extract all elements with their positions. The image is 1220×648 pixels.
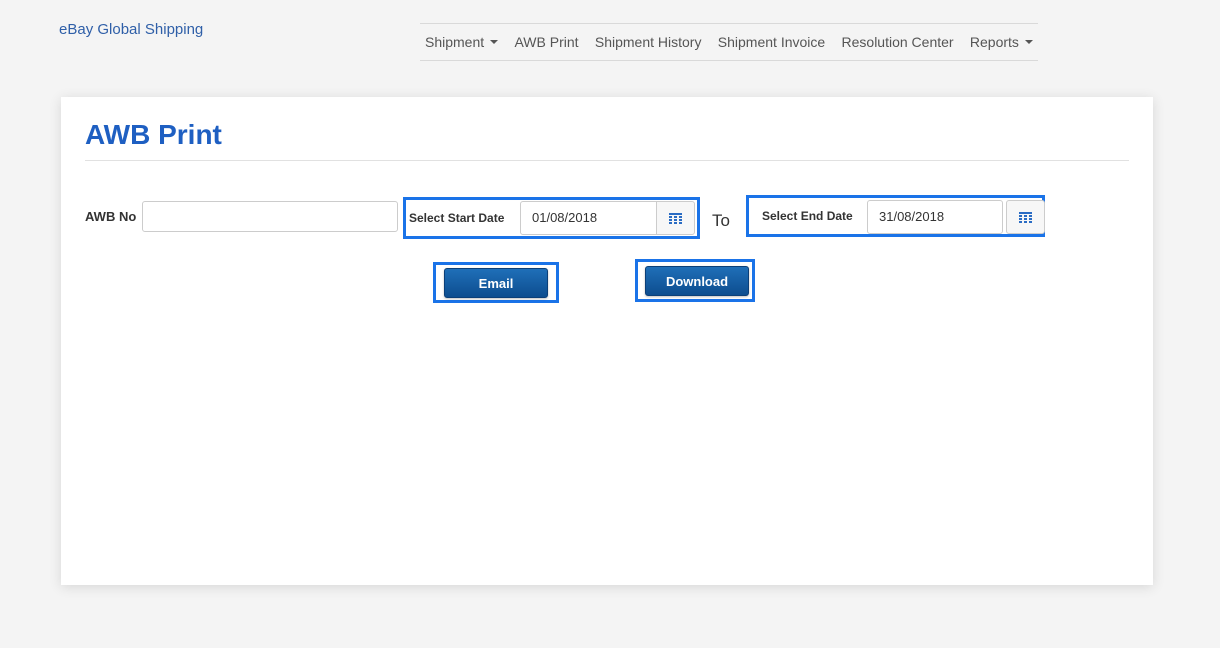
nav-shipment[interactable]: Shipment bbox=[425, 34, 499, 50]
email-button-frame: Email bbox=[433, 262, 559, 303]
nav-reports[interactable]: Reports bbox=[970, 34, 1033, 50]
title-divider bbox=[85, 160, 1129, 161]
awb-no-label: AWB No bbox=[85, 209, 137, 224]
end-date-group: Select End Date 31/08/2018 bbox=[746, 195, 1045, 237]
calendar-icon bbox=[669, 212, 682, 224]
start-date-input[interactable]: 01/08/2018 bbox=[520, 201, 657, 235]
brand-link[interactable]: eBay Global Shipping bbox=[59, 21, 203, 38]
nav-awb-print[interactable]: AWB Print bbox=[514, 34, 578, 50]
awb-no-input[interactable] bbox=[142, 201, 398, 232]
main-card: AWB Print AWB No Select Start Date 01/08… bbox=[61, 97, 1153, 585]
page: eBay Global Shipping Shipment AWB Print … bbox=[0, 0, 1220, 648]
nav-resolution-center-label: Resolution Center bbox=[841, 34, 954, 50]
calendar-icon bbox=[1019, 211, 1032, 223]
nav-reports-label: Reports bbox=[969, 34, 1019, 50]
start-date-calendar-button[interactable] bbox=[656, 201, 695, 235]
caret-down-icon bbox=[490, 40, 499, 44]
nav-awb-print-label: AWB Print bbox=[514, 34, 579, 50]
download-button-frame: Download bbox=[635, 259, 755, 302]
top-nav: Shipment AWB Print Shipment History Ship… bbox=[420, 23, 1038, 61]
download-button[interactable]: Download bbox=[645, 266, 749, 296]
nav-shipment-invoice[interactable]: Shipment Invoice bbox=[718, 34, 825, 50]
email-button[interactable]: Email bbox=[444, 268, 548, 298]
nav-shipment-label: Shipment bbox=[425, 34, 485, 50]
nav-resolution-center[interactable]: Resolution Center bbox=[842, 34, 954, 50]
page-title: AWB Print bbox=[85, 119, 222, 150]
nav-shipment-history[interactable]: Shipment History bbox=[595, 34, 702, 50]
start-date-label: Select Start Date bbox=[409, 211, 505, 225]
end-date-label: Select End Date bbox=[762, 209, 853, 223]
end-date-input[interactable]: 31/08/2018 bbox=[867, 200, 1003, 234]
caret-down-icon bbox=[1024, 40, 1033, 44]
end-date-calendar-button[interactable] bbox=[1006, 200, 1045, 234]
start-date-group: Select Start Date 01/08/2018 bbox=[403, 197, 700, 239]
to-label: To bbox=[712, 211, 730, 230]
nav-shipment-invoice-label: Shipment Invoice bbox=[717, 34, 826, 50]
nav-shipment-history-label: Shipment History bbox=[594, 34, 702, 50]
